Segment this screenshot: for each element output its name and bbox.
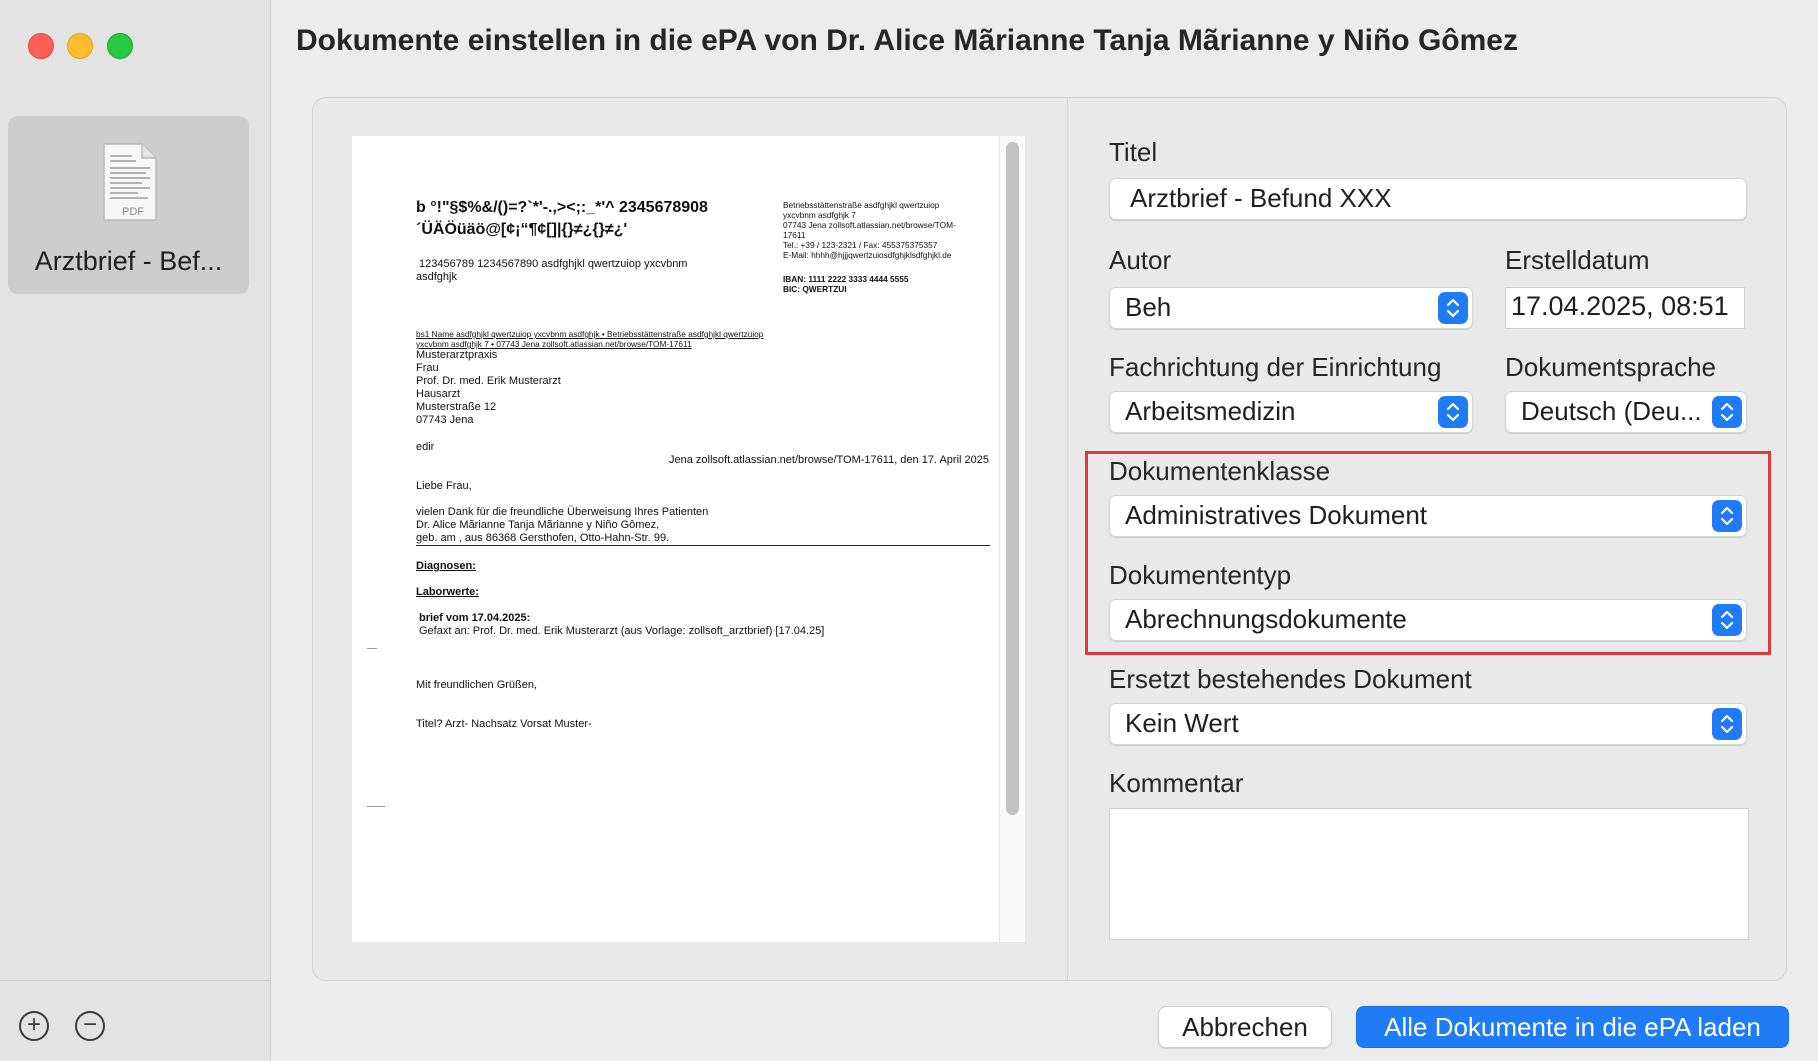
preview-recipient-0: Musterarztpraxis: [416, 349, 498, 361]
panel-divider: [1067, 98, 1068, 980]
dokumentenklasse-select[interactable]: Administratives Dokument: [1109, 495, 1747, 537]
fachrichtung-label: Fachrichtung der Einrichtung: [1109, 352, 1442, 382]
dokumententyp-select[interactable]: Abrechnungsdokumente: [1109, 599, 1747, 641]
autor-stepper-icon: [1438, 292, 1468, 324]
preview-sender-line2: yxcvbnm asdfghjk 7 • 07743 Jena zollsoft…: [416, 339, 692, 349]
preview-sender-line1: bs1 Name asdfghjkl qwertzuiop yxcvbnm as…: [416, 329, 764, 339]
ersetzt-label: Ersetzt bestehendes Dokument: [1109, 664, 1472, 694]
preview-margin-mark: [367, 648, 377, 649]
preview-diagnosen: Diagnosen:: [416, 560, 476, 572]
window-title: Dokumente einstellen in die ePA von Dr. …: [296, 24, 1518, 57]
preview-header-line4: asdfghjk: [416, 271, 457, 283]
preview-body-2: geb. am , aus 86368 Gersthofen, Otto-Hah…: [416, 532, 670, 544]
erstelldatum-label: Erstelldatum: [1505, 245, 1650, 275]
kommentar-textarea[interactable]: [1109, 808, 1749, 940]
minus-icon: −: [82, 1011, 97, 1038]
titel-value: Arztbrief - Befund XXX: [1130, 183, 1392, 213]
preview-iban: IBAN: 1111 2222 3333 4444 5555: [783, 274, 909, 284]
dokumentsprache-value: Deutsch (Deu...: [1521, 396, 1702, 426]
ersetzt-value: Kein Wert: [1125, 708, 1239, 738]
preview-greeting: Liebe Frau,: [416, 480, 472, 492]
plus-icon: +: [26, 1011, 41, 1038]
pdf-icon-label: PDF: [122, 206, 144, 218]
preview-header-line3: 123456789 1234567890 asdfghjkl qwertzuio…: [419, 258, 688, 270]
preview-margin-mark-2: [367, 806, 385, 807]
ersetzt-select[interactable]: Kein Wert: [1109, 703, 1747, 745]
titel-label: Titel: [1109, 137, 1158, 167]
preview-address-3: 17611: [783, 230, 806, 240]
dokumentsprache-label: Dokumentsprache: [1505, 352, 1716, 382]
document-preview[interactable]: b °!"§$%&/()=?`*'-.,><;:_*'^ 2345678908 …: [352, 136, 1025, 942]
kommentar-label: Kommentar: [1109, 768, 1244, 798]
pdf-page: b °!"§$%&/()=?`*'-.,><;:_*'^ 2345678908 …: [352, 136, 999, 942]
erstelldatum-input[interactable]: 17.04.2025, 08:51: [1505, 287, 1745, 329]
preview-separator: [416, 545, 990, 546]
dokumentenklasse-value: Administratives Dokument: [1125, 500, 1427, 530]
dokumententyp-label: Dokumententyp: [1109, 560, 1292, 590]
titel-input[interactable]: Arztbrief - Befund XXX: [1109, 178, 1747, 220]
remove-document-button[interactable]: −: [75, 1011, 105, 1041]
preview-brief-line: brief vom 17.04.2025:: [419, 612, 531, 624]
sidebar: PDF Arztbrief - Bef... + −: [0, 0, 271, 1060]
preview-header-line2: ´ÜÄÖüäö@[¢¡“¶¢[]|{}≠¿{}≠¿': [416, 221, 628, 238]
erstelldatum-value: 17.04.2025, 08:51: [1511, 291, 1729, 321]
preview-body-0: vielen Dank für die freundliche Überweis…: [416, 506, 709, 518]
minimize-window-button[interactable]: [67, 33, 93, 59]
preview-laborwerte: Laborwerte:: [416, 586, 479, 598]
preview-recipient-5: 07743 Jena: [416, 414, 474, 426]
dokumentsprache-select[interactable]: Deutsch (Deu...: [1505, 391, 1747, 433]
preview-place-date: Jena zollsoft.atlassian.net/browse/TOM-1…: [668, 454, 989, 466]
preview-address-1: yxcvbnm asdfghjk 7: [783, 210, 856, 220]
preview-address-4: Tel.: +39 / 123-2321 / Fax: 455375375357: [783, 240, 938, 250]
preview-recipient-1: Frau: [416, 362, 439, 374]
preview-address-0: Betriebsstättenstraße asdfghjkl qwertzui…: [783, 200, 940, 210]
preview-closing: Mit freundlichen Grüßen,: [416, 679, 538, 691]
preview-scrollbar[interactable]: [999, 136, 1025, 942]
sidebar-footer: + −: [0, 980, 270, 1061]
dokumententyp-value: Abrechnungsdokumente: [1125, 604, 1407, 634]
preview-edir: edir: [416, 441, 435, 453]
autor-select[interactable]: Beh: [1109, 287, 1473, 329]
dokumentsprache-stepper-icon: [1712, 396, 1742, 428]
zoom-window-button[interactable]: [107, 33, 133, 59]
pdf-file-icon: PDF: [103, 143, 157, 221]
close-window-button[interactable]: [28, 33, 54, 59]
fachrichtung-stepper-icon: [1438, 396, 1468, 428]
preview-recipient-2: Prof. Dr. med. Erik Musterarzt: [416, 375, 561, 387]
preview-address-5: E-Mail: hhhh@hjjjqwertzuiosdfghjklsdfghj…: [783, 250, 952, 260]
dokumentenklasse-stepper-icon: [1712, 500, 1742, 532]
add-document-button[interactable]: +: [19, 1011, 49, 1041]
autor-label: Autor: [1109, 245, 1172, 275]
preview-address-2: 07743 Jena zollsoft.atlassian.net/browse…: [783, 220, 956, 230]
preview-recipient-4: Musterstraße 12: [416, 401, 497, 413]
cancel-button[interactable]: Abbrechen: [1158, 1006, 1332, 1048]
dokumententyp-stepper-icon: [1712, 604, 1742, 636]
ersetzt-stepper-icon: [1712, 708, 1742, 740]
dokumentenklasse-label: Dokumentenklasse: [1109, 456, 1331, 486]
preview-scroll-thumb[interactable]: [1006, 142, 1019, 815]
autor-value: Beh: [1125, 292, 1172, 322]
preview-gefaxt-line: Gefaxt an: Prof. Dr. med. Erik Musterarz…: [419, 625, 825, 637]
fachrichtung-value: Arbeitsmedizin: [1125, 396, 1296, 426]
fachrichtung-select[interactable]: Arbeitsmedizin: [1109, 391, 1473, 433]
document-tile[interactable]: PDF Arztbrief - Bef...: [8, 116, 249, 294]
preview-recipient-3: Hausarzt: [416, 388, 461, 400]
upload-all-button[interactable]: Alle Dokumente in die ePA laden: [1356, 1006, 1789, 1048]
preview-bic: BIC: QWERTZUI: [783, 284, 847, 294]
preview-header-line1: b °!"§$%&/()=?`*'-.,><;:_*'^ 2345678908: [416, 199, 708, 216]
preview-body-1: Dr. Alice Mãrianne Tanja Mãrianne y Niño…: [416, 519, 660, 531]
preview-titel-line: Titel? Arzt- Nachsatz Vorsat Muster-: [416, 718, 592, 730]
document-tile-label: Arztbrief - Bef...: [34, 246, 223, 276]
